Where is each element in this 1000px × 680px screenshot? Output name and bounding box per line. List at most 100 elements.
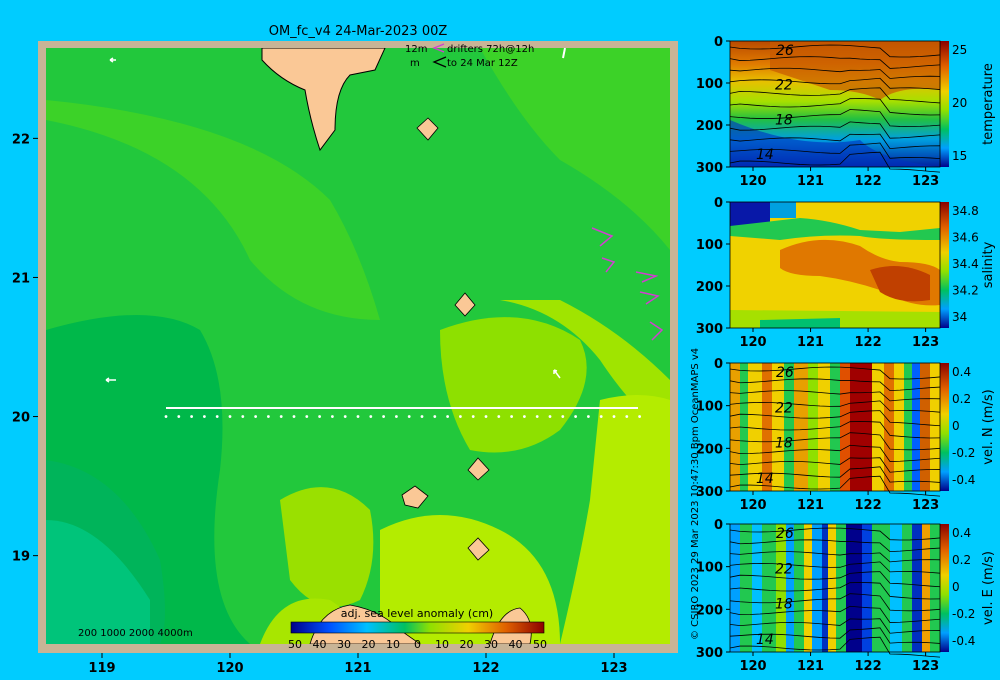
depth-legend: 200 1000 2000 4000m — [78, 628, 193, 639]
section-colorbar-tick: 0.2 — [952, 553, 971, 567]
section-marker — [548, 415, 552, 418]
section-marker — [318, 415, 321, 418]
section-y-tick-label: 200 — [696, 280, 723, 295]
salinity-field — [770, 202, 796, 218]
sla-colorbar-tick: 10 — [386, 638, 400, 651]
section-x-tick-label: 120 — [739, 335, 766, 350]
section-x-tick-label: 123 — [912, 498, 939, 513]
contour-label: 14 — [756, 147, 774, 163]
map-x-tick-label: 120 — [216, 661, 243, 676]
section-marker — [267, 415, 270, 418]
section-colorbar-tick: 0 — [952, 580, 960, 594]
section-marker — [331, 415, 334, 418]
velocity-column — [912, 524, 922, 652]
drifter-legend-line2-left: m — [410, 58, 420, 69]
section-marker — [279, 415, 283, 418]
sla-colorbar — [290, 621, 545, 634]
section-y-tick-label: 0 — [714, 518, 723, 533]
velocity-column — [904, 363, 912, 491]
section-colorbar-tick: -0.2 — [952, 446, 975, 460]
map-y-tick-label: 19 — [12, 550, 30, 565]
section-colorbar-label: vel. N (m/s) — [981, 389, 996, 464]
section-x-tick-label: 123 — [912, 174, 939, 189]
salinity-colorbar — [940, 202, 949, 328]
section-colorbar-label: temperature — [981, 63, 996, 145]
figure-canvas: 200 1000 2000 4000m adj. sea level anoma… — [12, 24, 996, 676]
credit-text: © CSIRO 2023 29 Mar 2023 10:47:30 Bpm Oc… — [690, 348, 701, 640]
velocity-column — [912, 363, 920, 491]
section-marker — [190, 415, 194, 418]
section-marker — [446, 415, 449, 418]
section-x-tick-label: 122 — [855, 174, 882, 189]
sla-colorbar-tick: 30 — [337, 638, 351, 651]
section-colorbar-tick: -0.2 — [952, 607, 975, 621]
section-marker — [612, 415, 616, 418]
section-colorbar-tick: 25 — [952, 43, 967, 57]
section-colorbar-tick: -0.4 — [952, 473, 975, 487]
section-x-tick-label: 121 — [797, 174, 824, 189]
section-colorbar-tick: 15 — [952, 149, 967, 163]
section-marker — [177, 415, 181, 418]
section-marker — [164, 415, 168, 418]
section-colorbar-tick: 34.6 — [952, 231, 979, 245]
velocity-column — [902, 524, 912, 652]
section-x-tick-label: 122 — [855, 659, 882, 674]
section-y-tick-label: 0 — [714, 357, 723, 372]
section-x-tick-label: 120 — [739, 498, 766, 513]
section-colorbar-tick: 34 — [952, 310, 967, 324]
vel-n-colorbar — [940, 363, 949, 491]
velocity-column — [818, 363, 830, 491]
section-marker — [459, 415, 462, 418]
contour-label: 26 — [776, 526, 794, 542]
section-marker — [638, 415, 641, 418]
velocity-column — [922, 524, 930, 652]
velocity-column — [840, 363, 850, 491]
velocity-column — [822, 524, 828, 652]
section-y-tick-label: 300 — [696, 322, 723, 337]
vel-n-section: 26 22 18 14 — [729, 363, 949, 497]
section-marker — [305, 415, 309, 418]
sla-colorbar-tick: 0 — [414, 638, 421, 651]
section-x-tick-label: 121 — [797, 498, 824, 513]
sla-colorbar-tick: 40 — [313, 638, 327, 651]
drifter-legend-line2-right: to 24 Mar 12Z — [447, 58, 518, 69]
contour-label: 22 — [775, 400, 793, 416]
section-colorbar-tick: -0.4 — [952, 634, 975, 648]
section-marker — [497, 415, 501, 418]
section-colorbar-tick: 20 — [952, 96, 967, 110]
contour-label: 26 — [776, 43, 794, 59]
section-y-tick-label: 100 — [696, 238, 723, 253]
section-marker — [382, 415, 385, 418]
contour-label: 14 — [756, 471, 774, 487]
contour-label: 22 — [775, 561, 793, 577]
map-y-tick-label: 21 — [12, 271, 30, 286]
velocity-column — [776, 524, 786, 652]
section-y-tick-label: 300 — [696, 646, 723, 661]
section-x-tick-label: 120 — [739, 659, 766, 674]
section-y-tick-label: 300 — [696, 161, 723, 176]
map-x-tick-label: 123 — [600, 661, 627, 676]
contour-label: 26 — [776, 365, 794, 381]
section-x-tick-label: 122 — [855, 498, 882, 513]
section-y-tick-label: 0 — [714, 35, 723, 50]
section-marker — [203, 415, 206, 418]
velocity-column — [804, 524, 812, 652]
sla-colorbar-label: adj. sea level anomaly (cm) — [341, 607, 493, 620]
section-colorbar-tick: 34.2 — [952, 284, 979, 298]
section-marker — [471, 415, 475, 418]
velocity-column — [784, 363, 794, 491]
section-y-tick-label: 200 — [696, 119, 723, 134]
section-colorbar-tick: 0.4 — [952, 526, 971, 540]
section-marker — [254, 415, 257, 418]
section-colorbar-tick: 0 — [952, 419, 960, 433]
section-marker — [369, 415, 373, 418]
velocity-column — [862, 524, 872, 652]
salinity-section — [730, 202, 949, 328]
section-marker — [561, 415, 565, 418]
drifter-legend-line1-left: 12m — [405, 44, 427, 55]
section-marker — [484, 415, 488, 418]
section-x-tick-label: 122 — [855, 335, 882, 350]
section-marker — [510, 415, 513, 418]
sla-colorbar-tick: 20 — [362, 638, 376, 651]
sla-colorbar-tick: 40 — [509, 638, 523, 651]
